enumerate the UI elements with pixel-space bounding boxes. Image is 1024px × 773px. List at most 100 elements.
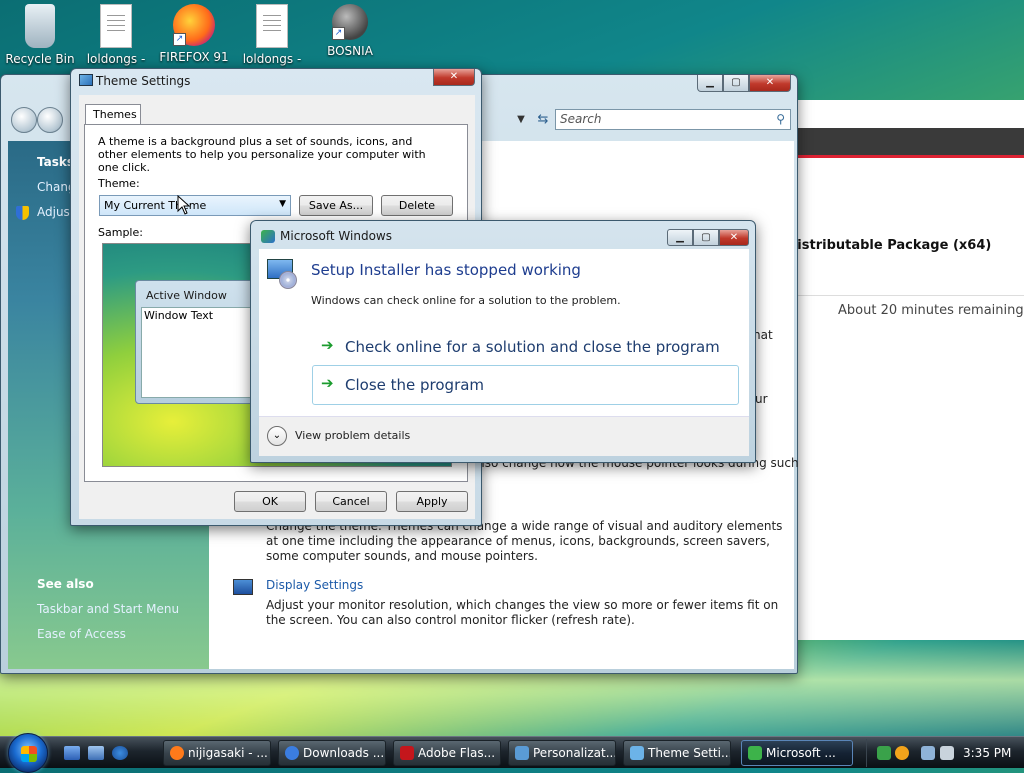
taskbar-button-label: Downloads ... <box>303 746 385 760</box>
cancel-button[interactable]: Cancel <box>315 491 387 512</box>
tab-themes[interactable]: Themes <box>85 104 141 125</box>
volume-muted-icon[interactable] <box>940 746 954 760</box>
save-as-button[interactable]: Save As... <box>299 195 373 216</box>
forward-button[interactable] <box>37 107 63 133</box>
personalization-icon <box>515 746 529 760</box>
window-controls: ✕ <box>433 69 475 86</box>
text-document-icon <box>100 4 132 48</box>
download-window: distributable Package (x64) About 20 min… <box>788 100 1024 640</box>
taskbar-button-label: Theme Setti... <box>648 746 731 760</box>
close-program-option[interactable]: ➔ Close the program <box>312 365 739 405</box>
theme-settings-icon <box>630 746 644 760</box>
minimize-button[interactable]: ▁ <box>667 229 693 246</box>
search-placeholder: Search <box>560 112 602 126</box>
uac-shield-icon <box>16 206 29 220</box>
error-footer: ⌄ View problem details <box>259 416 749 456</box>
partial-text: ur <box>755 392 768 406</box>
check-online-option[interactable]: ➔ Check online for a solution and close … <box>312 327 739 367</box>
taskbar-button-label: nijigasaki - ... <box>188 746 268 760</box>
taskbar-button-label: Personalizat... <box>533 746 616 760</box>
address-dropdown-icon[interactable]: ▼ <box>509 109 533 131</box>
taskbar-button-microsoft-windows[interactable]: Microsoft ... <box>741 740 853 766</box>
desktop-icon-loldongs-2[interactable]: loldongs - <box>234 4 310 66</box>
firefox-icon: ↗ <box>173 4 215 46</box>
taskbar-button-adobe-flash[interactable]: Adobe Flas... <box>393 740 501 766</box>
start-button[interactable] <box>8 733 48 773</box>
close-button[interactable]: ✕ <box>749 75 791 92</box>
error-heading: Setup Installer has stopped working <box>311 261 581 279</box>
chevron-down-icon: ▼ <box>279 199 286 209</box>
download-title: distributable Package (x64) <box>788 238 992 253</box>
display-settings-link[interactable]: Display Settings <box>266 578 363 592</box>
error-subtext: Windows can check online for a solution … <box>311 294 621 307</box>
chevron-down-icon: ⌄ <box>272 430 282 441</box>
monitor-tray-icon[interactable] <box>921 746 935 760</box>
adobe-flash-icon <box>400 746 414 760</box>
maximize-button[interactable]: ▢ <box>693 229 719 246</box>
see-also-ease-of-access-link[interactable]: Ease of Access <box>37 627 126 641</box>
view-details-label[interactable]: View problem details <box>295 429 410 442</box>
close-button[interactable]: ✕ <box>719 229 749 246</box>
dialog-title: Theme Settings <box>96 74 191 88</box>
green-arrow-icon: ➔ <box>321 336 334 354</box>
mine-icon: ↗ <box>332 4 368 40</box>
network-tray-icon[interactable] <box>877 746 891 760</box>
expand-details-button[interactable]: ⌄ <box>267 426 287 446</box>
download-header-bar <box>798 128 1024 158</box>
desktop-icon-label: loldongs - <box>242 52 302 66</box>
switch-windows-icon[interactable] <box>88 746 104 760</box>
download-remaining: About 20 minutes remaining (16 <box>838 303 1024 318</box>
mouse-cursor-icon <box>177 195 191 215</box>
green-arrow-icon: ➔ <box>321 374 334 392</box>
setup-installer-icon <box>267 259 297 289</box>
dialog-title: Microsoft Windows <box>280 229 392 243</box>
taskbar-clock[interactable]: 3:35 PM <box>963 746 1011 760</box>
apply-button[interactable]: Apply <box>396 491 468 512</box>
search-icon[interactable]: ⚲ <box>776 112 785 126</box>
theme-settings-app-icon <box>79 74 93 86</box>
show-desktop-icon[interactable] <box>64 746 80 760</box>
tasks-header: Tasks <box>37 155 75 169</box>
desktop-icon-recycle-bin[interactable]: Recycle Bin <box>2 4 78 66</box>
maximize-button[interactable]: ▢ <box>723 75 749 92</box>
see-also-taskbar-link[interactable]: Taskbar and Start Menu <box>37 602 179 616</box>
minimize-button[interactable]: ▁ <box>697 75 723 92</box>
recycle-bin-icon <box>25 4 55 48</box>
theme-description: A theme is a background plus a set of so… <box>98 135 426 174</box>
chrome-icon <box>285 746 299 760</box>
taskbar-button-personalization[interactable]: Personalizat... <box>508 740 616 766</box>
windows-app-icon <box>261 230 275 243</box>
system-tray: 3:35 PM <box>866 739 1024 767</box>
back-button[interactable] <box>11 107 37 133</box>
taskbar-button-label: Microsoft ... <box>766 746 836 760</box>
sample-window-text: Window Text <box>144 309 214 322</box>
sample-window-title: Active Window <box>146 289 227 302</box>
error-body: Setup Installer has stopped working Wind… <box>259 249 749 456</box>
ok-button[interactable]: OK <box>234 491 306 512</box>
app-tray-icon[interactable] <box>895 746 909 760</box>
check-online-label: Check online for a solution and close th… <box>345 338 720 356</box>
task-link-adjust[interactable]: Adjust <box>37 205 75 219</box>
desktop-icon-bosnia[interactable]: ↗ BOSNIA <box>312 4 388 58</box>
window-controls: ▁ ▢ ✕ <box>667 229 749 246</box>
desktop-icon-label: BOSNIA <box>327 44 373 58</box>
error-dialog: Microsoft Windows ▁ ▢ ✕ Setup Installer … <box>250 220 756 463</box>
desktop-icon-firefox[interactable]: ↗ FIREFOX 91 <box>156 4 232 64</box>
display-settings-desc: Adjust your monitor resolution, which ch… <box>266 598 779 627</box>
see-also-header: See also <box>37 577 94 591</box>
desktop-icon-loldongs-1[interactable]: loldongs - <box>78 4 154 66</box>
taskbar-button-firefox[interactable]: nijigasaki - ... <box>163 740 271 766</box>
taskbar-button-label: Adobe Flas... <box>418 746 496 760</box>
taskbar-button-downloads[interactable]: Downloads ... <box>278 740 386 766</box>
internet-explorer-icon[interactable] <box>112 746 128 760</box>
delete-button[interactable]: Delete <box>381 195 453 216</box>
theme-select[interactable]: My Current Theme ▼ <box>99 195 291 216</box>
taskbar-button-theme-settings[interactable]: Theme Setti... <box>623 740 731 766</box>
search-input[interactable]: Search ⚲ <box>555 109 791 130</box>
refresh-icon[interactable]: ⇆ <box>533 109 553 131</box>
close-button[interactable]: ✕ <box>433 69 475 86</box>
close-program-label: Close the program <box>345 376 485 394</box>
desktop-icon-label: Recycle Bin <box>5 52 75 66</box>
shortcut-arrow-icon: ↗ <box>332 27 345 40</box>
theme-label: Theme: <box>98 177 140 190</box>
